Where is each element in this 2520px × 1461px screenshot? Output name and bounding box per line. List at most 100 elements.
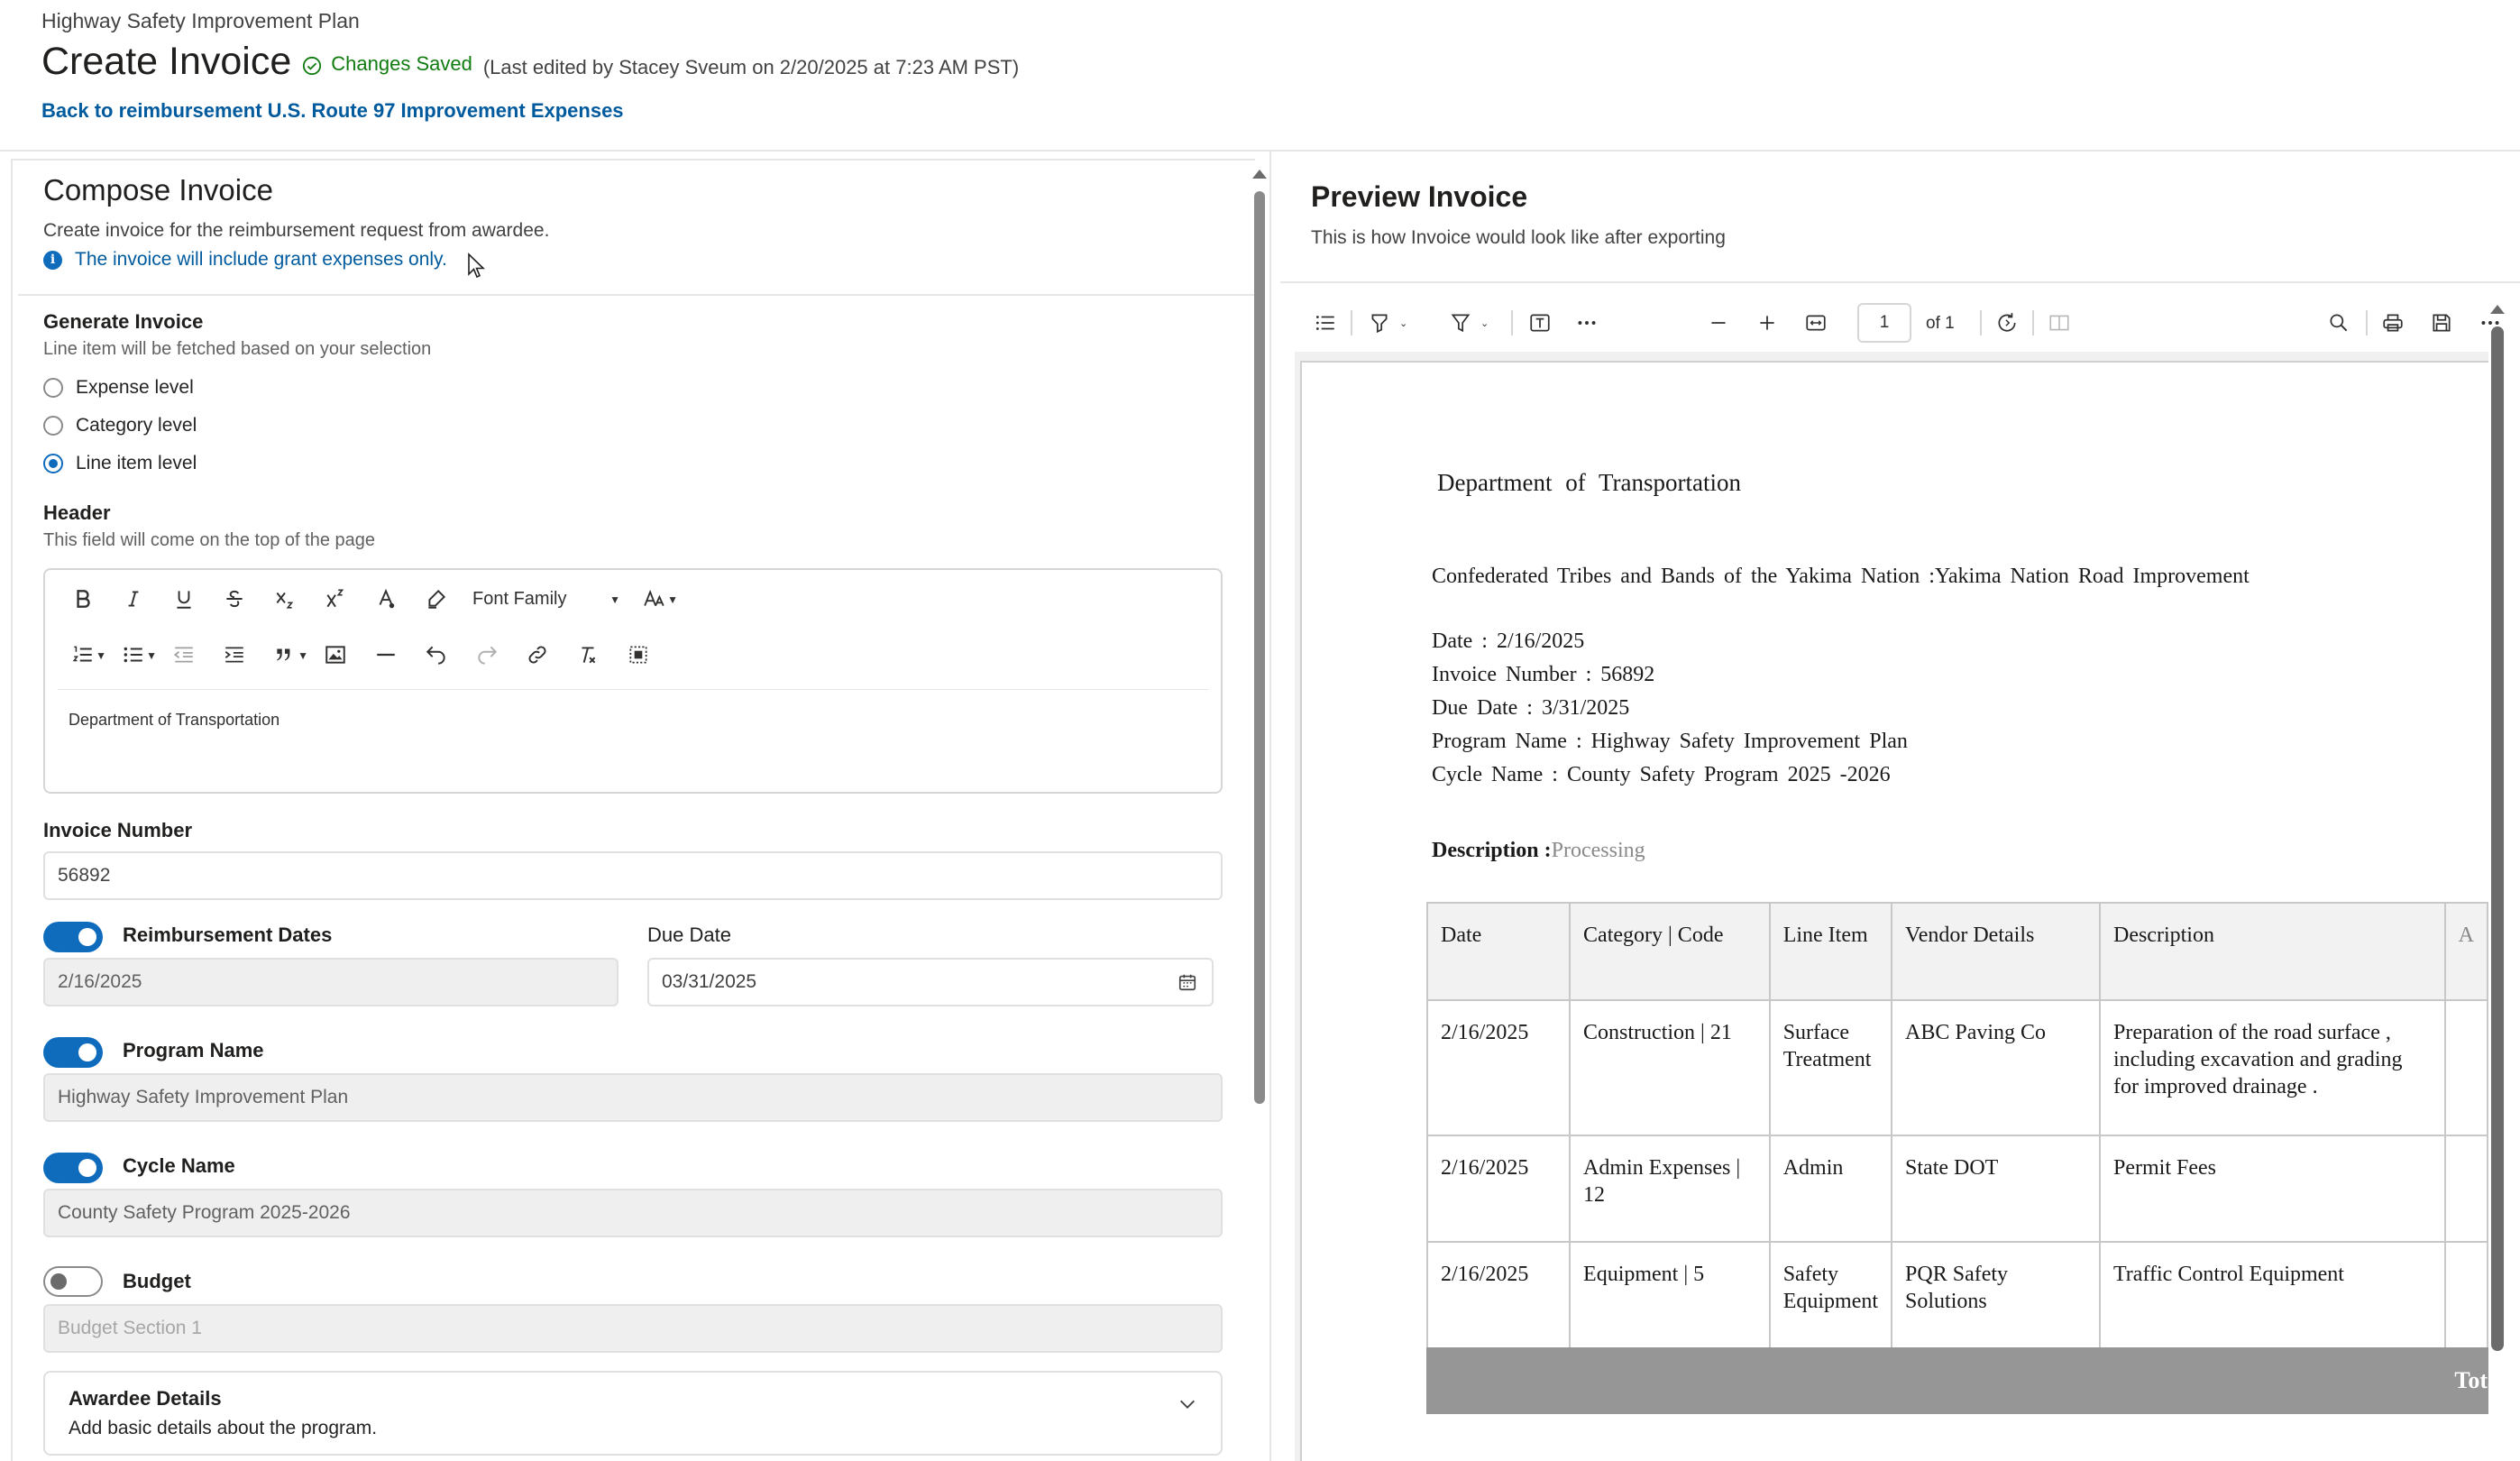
table-cell: PQR Safety Solutions: [1891, 1241, 2101, 1349]
superscript-button[interactable]: [310, 581, 361, 617]
table-cell: [2443, 1241, 2488, 1349]
draw-tool-button[interactable]: [1444, 307, 1477, 339]
header-editor-content[interactable]: Department of Transportation: [69, 711, 279, 730]
underline-button[interactable]: [159, 581, 209, 617]
more-tools-button[interactable]: [1571, 307, 1603, 339]
font-family-dropdown[interactable]: Font Family ▼: [462, 581, 629, 617]
preview-title: Preview Invoice: [1311, 180, 1528, 213]
insert-image-button[interactable]: [310, 637, 361, 673]
fit-width-button[interactable]: [1800, 307, 1832, 339]
italic-button[interactable]: [108, 581, 159, 617]
indent-button[interactable]: [209, 637, 260, 673]
superscript-icon: [326, 589, 344, 608]
table-header-cell: Vendor Details: [1891, 902, 2101, 1001]
header-field-help: This field will come on the top of the p…: [43, 530, 375, 550]
doc-awardee-line: Confederated Tribes and Bands of the Yak…: [1432, 565, 2250, 588]
page-view-button[interactable]: [2043, 307, 2076, 339]
clear-formatting-button[interactable]: [563, 637, 613, 673]
select-all-icon: [629, 646, 647, 664]
table-cell: Admin: [1768, 1135, 1893, 1243]
editor-toolbar-row-2: ▼ ▼ ▼: [58, 637, 664, 673]
due-date-label: Due Date: [647, 923, 731, 946]
radio-button[interactable]: [43, 378, 63, 398]
program-name-toggle[interactable]: [43, 1037, 103, 1068]
highlight-tool-button[interactable]: [1363, 307, 1396, 339]
awardee-details-accordion[interactable]: Awardee Details Add basic details about …: [43, 1371, 1223, 1456]
section-divider: [18, 294, 1255, 296]
font-color-icon: [379, 588, 395, 609]
header-rich-text-editor[interactable]: Font Family ▼ ▼ ▼ ▼ ▼ Department of Tran…: [43, 568, 1223, 794]
radio-line-item-level[interactable]: Line item level: [43, 453, 197, 474]
zoom-out-button[interactable]: [1702, 307, 1735, 339]
outdent-icon: [173, 647, 193, 663]
cycle-name-toggle[interactable]: [43, 1153, 103, 1183]
blockquote-button[interactable]: ▼: [260, 637, 310, 673]
table-cell: Safety Equipment: [1768, 1241, 1893, 1349]
zoom-in-button[interactable]: [1751, 307, 1783, 339]
highlight-button[interactable]: [411, 581, 462, 617]
redo-button[interactable]: [462, 637, 512, 673]
budget-input[interactable]: Budget Section 1: [43, 1304, 1223, 1353]
ordered-list-icon: [72, 646, 92, 662]
pen-icon: [1451, 314, 1471, 333]
search-button[interactable]: [2323, 307, 2355, 339]
insert-link-button[interactable]: [512, 637, 563, 673]
table-cell: Surface Treatment: [1768, 999, 1893, 1136]
print-button[interactable]: [2377, 307, 2409, 339]
doc-description-value: Processing: [1551, 839, 1645, 862]
radio-button-checked[interactable]: [43, 454, 63, 473]
radio-button[interactable]: [43, 416, 63, 436]
reimbursement-dates-input[interactable]: 2/16/2025: [43, 958, 619, 1006]
pdf-viewer-scrollbar[interactable]: [2491, 326, 2504, 1351]
radio-category-level[interactable]: Category level: [43, 415, 197, 436]
bullet-list-icon: [124, 647, 142, 663]
caret-down-icon[interactable]: ⌄: [1480, 317, 1489, 329]
due-date-input[interactable]: 03/31/2025: [647, 958, 1214, 1006]
rotate-icon: [1998, 313, 2016, 332]
scroll-up-arrow-icon[interactable]: [2490, 305, 2505, 314]
reimbursement-dates-toggle[interactable]: [43, 922, 103, 952]
doc-due-date: Due Date : 3/31/2025: [1432, 696, 1630, 720]
page-number-input[interactable]: 1: [1857, 303, 1911, 343]
select-all-button[interactable]: [613, 637, 664, 673]
outdent-button[interactable]: [159, 637, 209, 673]
back-to-reimbursement-link[interactable]: Back to reimbursement U.S. Route 97 Impr…: [41, 99, 624, 123]
header-field-label: Header: [43, 501, 111, 524]
table-cell: Admin Expenses | 12: [1569, 1135, 1771, 1243]
bullet-list-button[interactable]: ▼: [108, 637, 159, 673]
table-row: 2/16/2025 Construction | 21 Surface Trea…: [1425, 999, 2488, 1136]
caret-down-icon[interactable]: ⌄: [1399, 317, 1407, 329]
invoice-line-items-table: Date Category | Code Line Item Vendor De…: [1425, 902, 2488, 1349]
font-size-button[interactable]: ▼: [629, 581, 680, 617]
info-note: i The invoice will include grant expense…: [43, 249, 447, 271]
doc-description: Description :Processing: [1432, 839, 1645, 863]
minus-icon: [1711, 322, 1726, 324]
subscript-button[interactable]: [260, 581, 310, 617]
editor-toolbar-row-1: Font Family ▼ ▼: [58, 581, 680, 617]
undo-button[interactable]: [411, 637, 462, 673]
budget-toggle[interactable]: [43, 1266, 103, 1297]
underline-icon: [177, 591, 191, 609]
cycle-name-input[interactable]: County Safety Program 2025-2026: [43, 1189, 1223, 1237]
panel-divider: [1269, 152, 1271, 1461]
caret-down-icon: ▼: [96, 649, 106, 662]
invoice-number-label: Invoice Number: [43, 819, 193, 841]
calendar-icon[interactable]: [1178, 972, 1197, 992]
font-color-button[interactable]: [361, 581, 411, 617]
scroll-up-arrow-icon[interactable]: [1252, 170, 1267, 179]
ordered-list-button[interactable]: ▼: [58, 637, 108, 673]
invoice-number-input[interactable]: 56892: [43, 851, 1223, 900]
text-box-button[interactable]: [1524, 307, 1556, 339]
program-name-input[interactable]: Highway Safety Improvement Plan: [43, 1073, 1223, 1122]
compose-panel-scrollbar[interactable]: [1254, 191, 1265, 1104]
horizontal-rule-button[interactable]: [361, 637, 411, 673]
strikethrough-button[interactable]: [209, 581, 260, 617]
total-label: Tota: [2454, 1367, 2488, 1393]
strikethrough-icon: [226, 590, 243, 608]
contents-button[interactable]: [1309, 307, 1342, 339]
chevron-down-icon[interactable]: [1178, 1394, 1197, 1414]
save-button[interactable]: [2425, 307, 2458, 339]
radio-expense-level[interactable]: Expense level: [43, 377, 194, 399]
bold-button[interactable]: [58, 581, 108, 617]
rotate-button[interactable]: [1991, 307, 2023, 339]
